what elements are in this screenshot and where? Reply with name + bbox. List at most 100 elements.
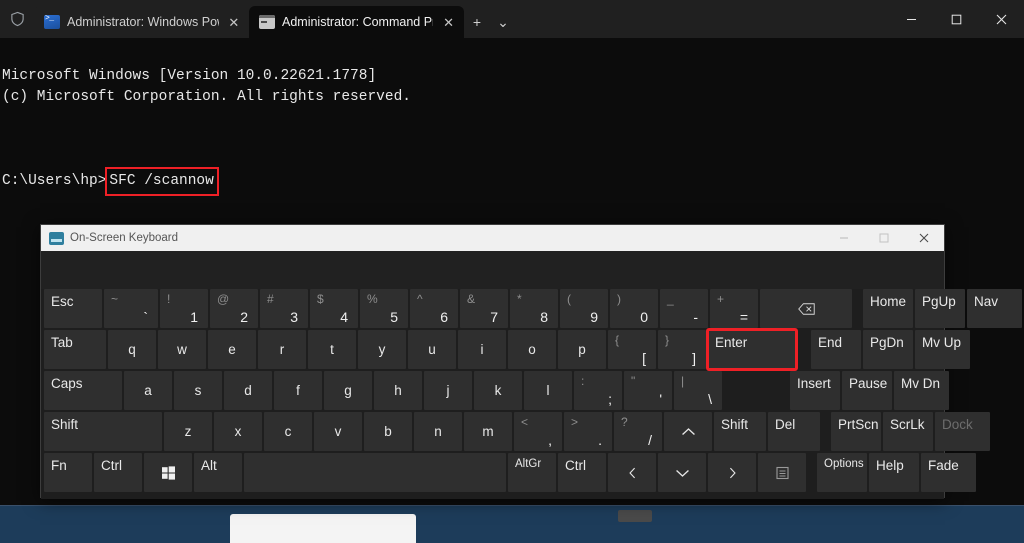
key-menu[interactable] [758, 453, 806, 492]
key-end[interactable]: End [811, 330, 861, 369]
key-ctrl-right[interactable]: Ctrl [558, 453, 606, 492]
key-backtick[interactable]: ~ ` [104, 289, 158, 328]
maximize-icon[interactable] [934, 0, 979, 38]
key-shift-left[interactable]: Shift [44, 412, 162, 451]
taskbar-item[interactable] [618, 510, 652, 522]
key-options[interactable]: Options [817, 453, 867, 492]
key-windows[interactable] [144, 453, 192, 492]
key-d[interactable]: d [224, 371, 272, 410]
osk-title-bar[interactable]: On-Screen Keyboard [41, 225, 944, 251]
maximize-icon[interactable] [864, 225, 904, 251]
key-0[interactable]: ) 0 [610, 289, 658, 328]
key-mv-up[interactable]: Mv Up [915, 330, 970, 369]
key-del[interactable]: Del [768, 412, 820, 451]
key-nav[interactable]: Nav [967, 289, 1022, 328]
key-9[interactable]: (9 [560, 289, 608, 328]
key-label: d [244, 383, 252, 398]
key-x[interactable]: x [214, 412, 262, 451]
chevron-down-icon[interactable]: ⌄ [490, 6, 516, 38]
key-tab[interactable]: Tab [44, 330, 106, 369]
key-shift-right[interactable]: Shift [714, 412, 766, 451]
key-k[interactable]: k [474, 371, 522, 410]
key-pgdn[interactable]: PgDn [863, 330, 913, 369]
key-esc[interactable]: Esc [44, 289, 102, 328]
key-1[interactable]: ! 1 [160, 289, 208, 328]
key-a[interactable]: a [124, 371, 172, 410]
key-mv-dn[interactable]: Mv Dn [894, 371, 949, 410]
key-7[interactable]: & 7 [460, 289, 508, 328]
key-altgr[interactable]: AltGr [508, 453, 556, 492]
key-t[interactable]: t [308, 330, 356, 369]
tab-powershell[interactable]: Administrator: Windows Powe ✕ [34, 6, 249, 38]
key-minus[interactable]: _ - [660, 289, 708, 328]
tab-close-icon[interactable]: ✕ [440, 16, 457, 29]
key-fn[interactable]: Fn [44, 453, 92, 492]
key-ctrl-left[interactable]: Ctrl [94, 453, 142, 492]
key-quote[interactable]: " ' [624, 371, 672, 410]
key-4[interactable]: $4 [310, 289, 358, 328]
key-8[interactable]: * 8 [510, 289, 558, 328]
key-j[interactable]: j [424, 371, 472, 410]
keyboard-row: Fn Ctrl Alt AltGr Ctrl Options Help Fade [44, 453, 976, 492]
key-m[interactable]: m [464, 412, 512, 451]
tab-command-prompt[interactable]: Administrator: Command Pro ✕ [249, 6, 464, 38]
key-bracket-left[interactable]: {[ [608, 330, 656, 369]
key-i[interactable]: i [458, 330, 506, 369]
key-pause[interactable]: Pause [842, 371, 892, 410]
key-6[interactable]: ^ 6 [410, 289, 458, 328]
key-arrow-up[interactable] [664, 412, 712, 451]
key-q[interactable]: q [108, 330, 156, 369]
key-shift-label: ^ [417, 292, 423, 306]
key-comma[interactable]: <, [514, 412, 562, 451]
key-insert[interactable]: Insert [790, 371, 840, 410]
key-enter[interactable]: Enter [706, 328, 798, 371]
key-z[interactable]: z [164, 412, 212, 451]
key-o[interactable]: o [508, 330, 556, 369]
key-equals[interactable]: + = [710, 289, 758, 328]
key-r[interactable]: r [258, 330, 306, 369]
key-backspace[interactable] [760, 289, 852, 328]
key-h[interactable]: h [374, 371, 422, 410]
key-arrow-left[interactable] [608, 453, 656, 492]
key-alt-left[interactable]: Alt [194, 453, 242, 492]
key-p[interactable]: p [558, 330, 606, 369]
key-f[interactable]: f [274, 371, 322, 410]
key-period[interactable]: >. [564, 412, 612, 451]
key-s[interactable]: s [174, 371, 222, 410]
key-w[interactable]: w [158, 330, 206, 369]
key-3[interactable]: #3 [260, 289, 308, 328]
key-arrow-right[interactable] [708, 453, 756, 492]
key-l[interactable]: l [524, 371, 572, 410]
key-pgup[interactable]: PgUp [915, 289, 965, 328]
minimize-icon[interactable] [824, 225, 864, 251]
key-home[interactable]: Home [863, 289, 913, 328]
key-y[interactable]: y [358, 330, 406, 369]
key-bracket-right[interactable]: }] [658, 330, 706, 369]
new-tab-button[interactable]: + [464, 6, 490, 38]
key-semicolon[interactable]: :; [574, 371, 622, 410]
key-label: l [546, 383, 550, 398]
key-prtscn[interactable]: PrtScn [831, 412, 881, 451]
minimize-icon[interactable] [889, 0, 934, 38]
taskbar-window-preview[interactable] [230, 514, 416, 543]
key-g[interactable]: g [324, 371, 372, 410]
key-v[interactable]: v [314, 412, 362, 451]
key-caps[interactable]: Caps [44, 371, 122, 410]
key-2[interactable]: @2 [210, 289, 258, 328]
key-n[interactable]: n [414, 412, 462, 451]
key-b[interactable]: b [364, 412, 412, 451]
key-5[interactable]: % 5 [360, 289, 408, 328]
key-scrlk[interactable]: ScrLk [883, 412, 933, 451]
key-u[interactable]: u [408, 330, 456, 369]
close-icon[interactable] [904, 225, 944, 251]
key-arrow-down[interactable] [658, 453, 706, 492]
key-e[interactable]: e [208, 330, 256, 369]
key-help[interactable]: Help [869, 453, 919, 492]
close-icon[interactable] [979, 0, 1024, 38]
key-fade[interactable]: Fade [921, 453, 976, 492]
key-slash[interactable]: ? / [614, 412, 662, 451]
key-space[interactable] [244, 453, 506, 492]
key-backslash[interactable]: | \ [674, 371, 722, 410]
key-c[interactable]: c [264, 412, 312, 451]
tab-close-icon[interactable]: ✕ [226, 16, 242, 29]
